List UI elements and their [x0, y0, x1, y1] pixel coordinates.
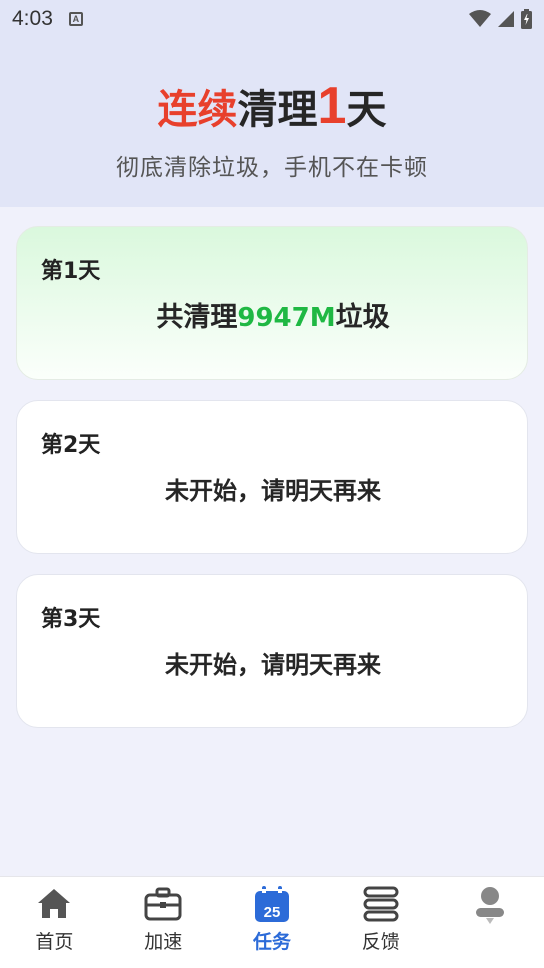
day-card-3: 第3天 未开始，请明天再来 [16, 574, 528, 728]
nav-item-tasks[interactable]: 25 任务 [218, 877, 327, 968]
day-card-1: 第1天 共清理9947M垃圾 [16, 226, 528, 380]
feedback-icon [363, 886, 399, 922]
page-title: 连续清理1天 [0, 78, 544, 138]
briefcase-icon [144, 887, 182, 921]
signal-icon [498, 11, 514, 27]
nav-item-speedup[interactable]: 加速 [109, 877, 218, 968]
nav-item-home[interactable]: 首页 [0, 877, 109, 968]
user-icon [475, 887, 504, 924]
nav-item-feedback[interactable]: 反馈 [326, 877, 435, 968]
nav-label: 加速 [144, 931, 183, 953]
day-status-message: 未开始，请明天再来 [165, 477, 381, 505]
day-label: 第2天 [41, 433, 101, 458]
home-icon [38, 889, 71, 918]
page-subtitle: 彻底清除垃圾，手机不在卡顿 [116, 155, 428, 181]
battery-icon [521, 9, 532, 29]
nav-label: 首页 [35, 931, 74, 953]
status-time: 4:03 [12, 7, 53, 30]
cleaned-amount: 9947M [237, 303, 336, 333]
calendar-badge: 25 [264, 904, 281, 921]
wifi-icon [469, 10, 491, 27]
day-card-2: 第2天 未开始，请明天再来 [16, 400, 528, 554]
nav-label: 反馈 [361, 931, 400, 953]
title-highlight: 连续 [157, 87, 238, 133]
nav-item-profile[interactable] [435, 877, 544, 968]
day-label: 第3天 [41, 607, 101, 632]
summary-suffix: 垃圾 [335, 302, 390, 333]
notification-icon: A [68, 12, 83, 26]
bottom-nav: 首页 加速 25 任务 反馈 [0, 876, 544, 968]
day-status-message: 未开始，请明天再来 [165, 651, 381, 679]
day-label: 第1天 [41, 259, 101, 284]
clean-summary: 共清理9947M垃圾 [17, 295, 529, 334]
summary-prefix: 共清理 [156, 302, 238, 333]
title-day-count: 1 [317, 77, 347, 135]
title-unit: 天 [346, 87, 387, 133]
status-bar: 4:03 A [0, 0, 544, 38]
calendar-icon: 25 [254, 886, 289, 922]
nav-label: 任务 [252, 931, 291, 953]
title-mid: 清理 [237, 87, 318, 133]
